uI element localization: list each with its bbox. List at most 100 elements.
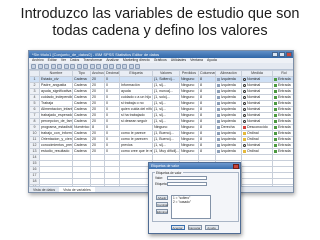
grid-cell[interactable]: Numérico <box>72 124 91 131</box>
table-row[interactable]: 9 programa_estadistico Numérico 8 0 Ninguno Ni… <box>29 124 293 131</box>
tab-variable-view[interactable]: Vista de variables <box>59 187 95 192</box>
grid-cell[interactable]: programa_estadistico <box>39 124 73 131</box>
cell-text: 8 <box>200 95 202 100</box>
menu-item[interactable]: Datos <box>70 58 79 63</box>
table-row[interactable]: 11 Orientacion_y_cienciasCadena 20 0 como le… <box>29 136 293 143</box>
menu-item[interactable]: Marketing directo <box>123 58 150 63</box>
input-role-icon <box>274 137 277 141</box>
save-icon[interactable] <box>37 63 43 69</box>
insert-cases-icon[interactable] <box>96 63 101 69</box>
open-icon[interactable] <box>31 63 36 69</box>
grid-column-header[interactable]: Decimales <box>104 70 120 77</box>
menu-item[interactable]: Transformar <box>83 58 102 63</box>
value-input[interactable] <box>167 176 207 180</box>
value-labels-list[interactable]: 1 = "soltero" 2 = "casado" <box>171 195 211 219</box>
menu-item[interactable]: Ventana <box>190 58 203 63</box>
input-role-icon <box>274 89 277 93</box>
goto-variable-icon[interactable] <box>76 63 82 69</box>
cell-text: Entrada <box>278 107 291 112</box>
menu-item[interactable]: Archivo <box>32 58 44 63</box>
grid-column-header[interactable]: Perdidos <box>179 70 199 77</box>
grid-cell[interactable]: Alimentacion_infantil <box>39 106 73 113</box>
measure-nominal-icon <box>243 101 246 105</box>
grid-cell[interactable]: percepcion_de_familia <box>39 118 73 125</box>
grid-cell[interactable]: como le parecen <box>119 136 153 143</box>
cell-text: 9 <box>33 125 36 130</box>
insert-variable-icon[interactable] <box>102 63 108 69</box>
grid-cell[interactable]: trabajo_con_informatica <box>39 130 73 137</box>
table-row[interactable]: 10 trabajo_con_informaticaCadena 20 0 como l… <box>29 130 293 137</box>
cell-text: 8 <box>200 131 202 136</box>
grid-cell[interactable]: trabajado_esperado <box>39 112 73 119</box>
cell-text: Estado_civ <box>41 77 59 82</box>
variables-icon[interactable] <box>83 63 88 69</box>
minimize-icon[interactable] <box>272 52 278 57</box>
cell-text: Cadena <box>74 83 87 88</box>
dialog-close-icon[interactable] <box>233 163 239 169</box>
value-labels-icon[interactable] <box>128 63 134 69</box>
cell-text: si desean seguir <box>121 119 148 124</box>
tab-data-view[interactable]: Vista de datos <box>29 187 59 192</box>
cell-text: Ninguno <box>181 101 195 106</box>
print-icon[interactable] <box>44 63 49 69</box>
grid-cell[interactable]: {1, Muy difícil}... <box>152 148 180 155</box>
grid-column-header[interactable]: Columnas <box>198 70 216 77</box>
table-row[interactable]: 8 percepcion_de_familiaCadena 20 0 si desean… <box>29 118 293 125</box>
table-row[interactable]: 6 Alimentacion_infantil Cadena 20 0 quien cui… <box>29 106 293 113</box>
add-button[interactable]: Añadir <box>156 195 168 200</box>
menu-item[interactable]: Ayuda <box>207 58 217 63</box>
remove-button[interactable]: Eliminar <box>156 209 168 214</box>
menu-item[interactable]: Analizar <box>106 58 119 63</box>
close-icon[interactable] <box>286 52 292 57</box>
change-button[interactable]: Cambiar <box>156 202 168 207</box>
find-icon[interactable] <box>89 63 95 69</box>
grid-cell[interactable]: cuidado_independiente <box>39 94 73 101</box>
cell-text: Ninguno <box>181 77 195 82</box>
grid-cell[interactable]: quien cuida del niño <box>119 106 153 113</box>
menu-item[interactable]: Utilidades <box>171 58 186 63</box>
ok-button[interactable]: Aceptar <box>170 225 185 230</box>
measure-nominal-icon <box>243 95 246 99</box>
table-row[interactable]: 3 ayuda_significativa Cadena 20 0 ayuda {1, nu… <box>29 88 293 95</box>
cell-text: Entrada <box>278 137 291 142</box>
select-cases-icon[interactable] <box>122 63 127 69</box>
table-row[interactable]: 12 conocimientos_previosCadena 20 0 previos {… <box>29 142 293 149</box>
table-row[interactable]: 7 trabajado_esperado Cadena 20 0 si ha trabaj… <box>29 112 293 119</box>
grid-cell[interactable]: como cree que le resultará <box>119 148 153 155</box>
goto-case-icon[interactable] <box>70 63 75 69</box>
dialog-title-bar[interactable]: Etiquetas de valor <box>149 163 240 169</box>
table-row[interactable]: 13 estudio_resultado Cadena 20 0 como cree qu… <box>29 148 293 155</box>
recall-icon[interactable] <box>50 63 56 69</box>
help-button[interactable]: Ayuda <box>204 225 219 230</box>
grid-cell[interactable]: conocimientos_previos <box>39 142 73 149</box>
measure-scale-icon <box>243 125 246 129</box>
grid-cell[interactable]: Orientacion_y_ciencias <box>39 136 73 143</box>
list-item[interactable]: 2 = "casado" <box>172 200 210 204</box>
cell-text: 11 <box>32 137 37 142</box>
cell-text: 8 <box>200 119 202 124</box>
menu-item[interactable]: Ver <box>61 58 66 63</box>
split-file-icon[interactable] <box>109 63 114 69</box>
grid-column-header[interactable]: Anchura <box>90 70 105 77</box>
undo-icon[interactable] <box>57 63 62 69</box>
menu-item[interactable]: Editar <box>48 58 57 63</box>
grid-cell[interactable]: cuidado c a un hijo <box>119 94 153 101</box>
cell-text: 8 <box>92 125 94 130</box>
grid-cell[interactable]: ayuda_significativa <box>39 88 73 95</box>
cancel-button[interactable]: Cancelar <box>187 225 202 230</box>
cell-text: 20 <box>92 83 96 88</box>
maximize-icon[interactable] <box>279 52 285 57</box>
cell-text: 0 <box>106 101 108 106</box>
label-field-label: Etiqueta: <box>155 182 168 186</box>
input-role-icon <box>274 143 277 147</box>
use-sets-icon[interactable] <box>135 63 140 69</box>
grid-cell[interactable]: estudio_resultado <box>39 148 73 155</box>
cell-text: Ordinal <box>247 137 259 142</box>
align-icon <box>217 89 220 93</box>
weight-cases-icon[interactable] <box>115 63 121 69</box>
table-row[interactable]: 4 cuidado_independienteCadena 20 0 cuidado c… <box>29 94 293 101</box>
window-title-bar[interactable]: *Sin título1 [Conjunto_de_datos0] - IBM … <box>29 51 293 58</box>
menu-item[interactable]: Gráficos <box>154 58 167 63</box>
redo-icon[interactable] <box>63 63 69 69</box>
label-input[interactable] <box>167 182 207 186</box>
